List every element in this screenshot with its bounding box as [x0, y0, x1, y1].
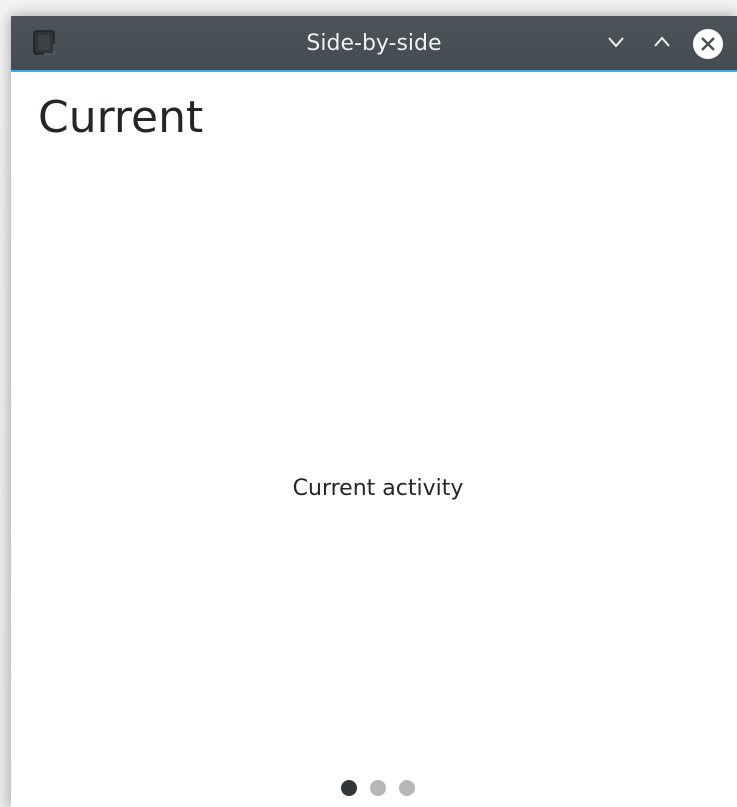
activity-label: Current activity	[292, 476, 464, 501]
minimize-button[interactable]	[601, 29, 631, 59]
title-bar[interactable]: Side-by-side	[11, 16, 737, 72]
page-content: Current Current activity	[11, 72, 737, 807]
page-dot-2[interactable]	[370, 780, 386, 796]
page-dot-1[interactable]	[341, 780, 357, 796]
desktop-background: Side-by-side Current Current activity	[0, 0, 737, 807]
page-indicator	[11, 778, 737, 798]
chevron-up-icon	[652, 32, 672, 56]
close-button[interactable]	[693, 29, 723, 59]
page-title: Current	[38, 92, 204, 143]
page-dot-3[interactable]	[399, 780, 415, 796]
chevron-down-icon	[606, 32, 626, 56]
close-circle-icon	[693, 29, 723, 59]
app-window: Side-by-side Current Current activity	[11, 16, 737, 807]
maximize-button[interactable]	[647, 29, 677, 59]
